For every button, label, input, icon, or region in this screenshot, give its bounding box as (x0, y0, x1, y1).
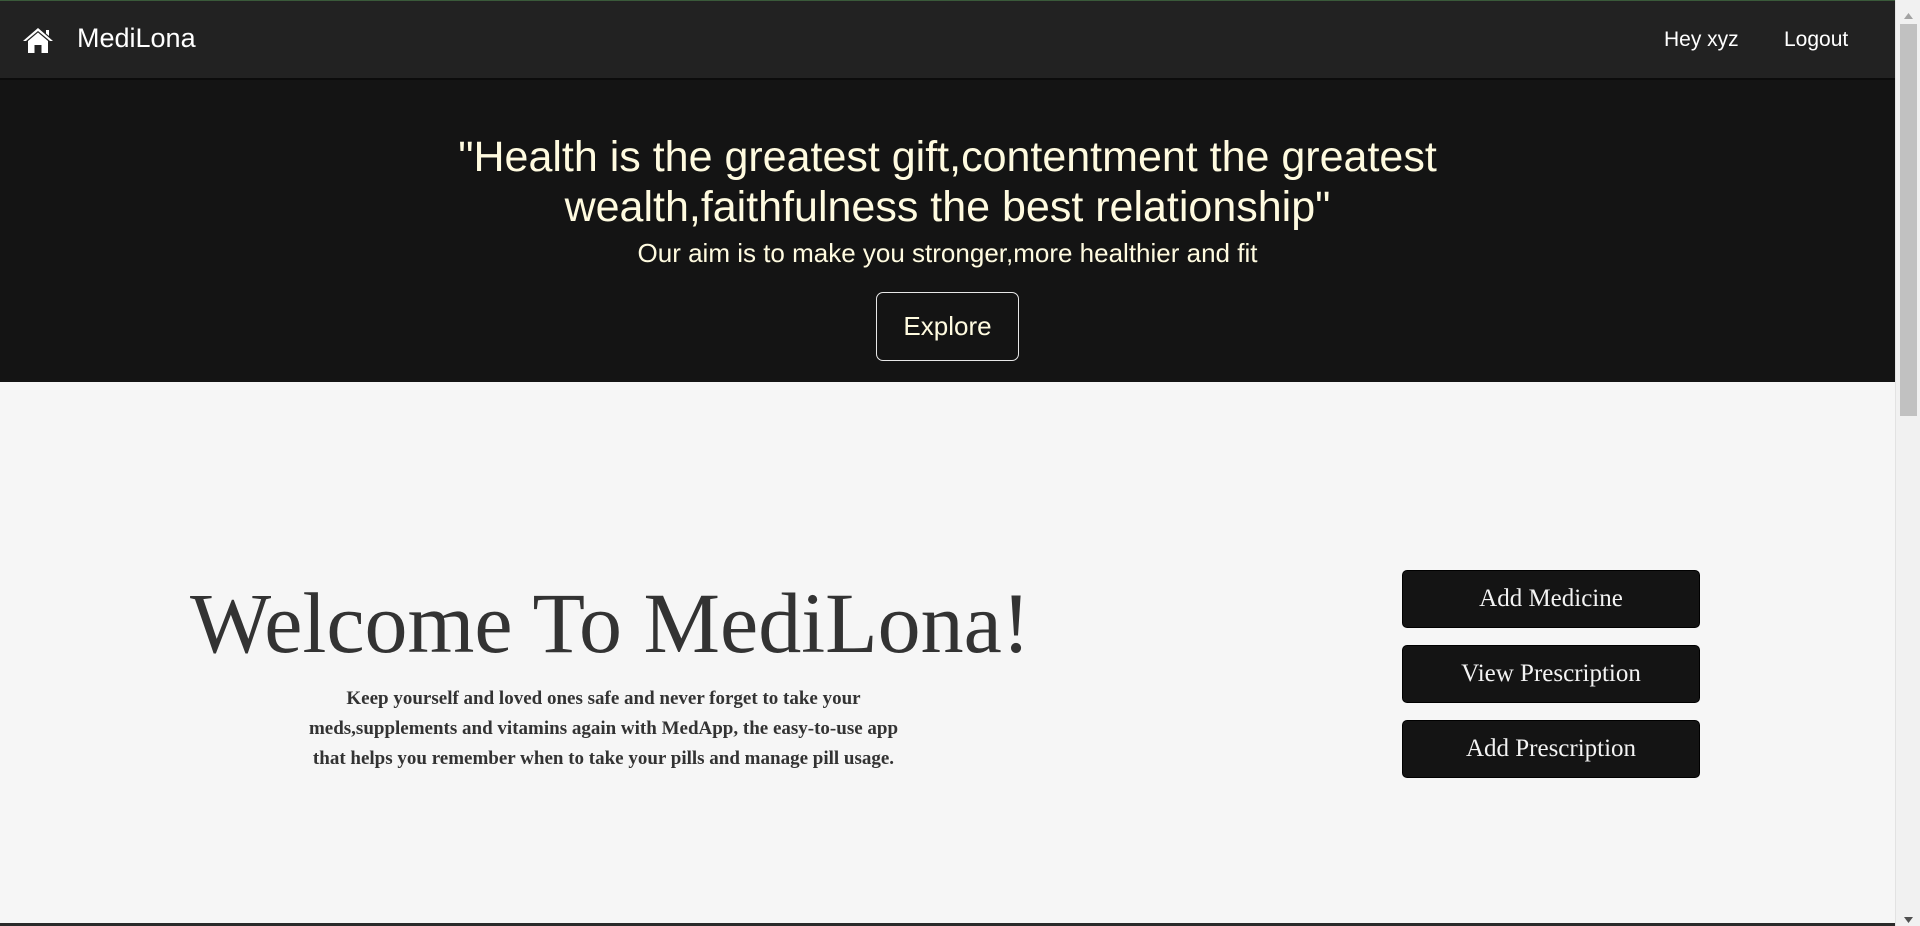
hero-banner: "Health is the greatest gift,contentment… (0, 80, 1895, 382)
page: MediLona Hey xyz Logout "Health is the g… (0, 0, 1920, 926)
logout-link[interactable]: Logout (1784, 28, 1848, 52)
brand-link[interactable]: MediLona (77, 23, 196, 54)
scroll-up-arrow-icon[interactable] (1903, 7, 1914, 19)
explore-button[interactable]: Explore (876, 292, 1019, 361)
home-icon[interactable] (22, 26, 54, 54)
scroll-down-arrow-icon[interactable] (1903, 911, 1914, 923)
welcome-description: Keep yourself and loved ones safe and ne… (308, 688, 899, 769)
scrollbar-thumb[interactable] (1900, 24, 1917, 416)
hero-aim-text: Our aim is to make you stronger,more hea… (637, 238, 1258, 268)
hero-quote: "Health is the greatest gift,contentment… (458, 133, 1437, 231)
navbar: MediLona Hey xyz Logout (0, 0, 1895, 80)
view-prescription-button[interactable]: View Prescription (1402, 645, 1700, 703)
vertical-scrollbar[interactable] (1895, 0, 1920, 926)
add-medicine-button[interactable]: Add Medicine (1402, 570, 1700, 628)
user-greeting-link[interactable]: Hey xyz (1664, 28, 1739, 52)
add-prescription-button[interactable]: Add Prescription (1402, 720, 1700, 778)
page-title: Welcome To MediLona! (190, 575, 1031, 671)
